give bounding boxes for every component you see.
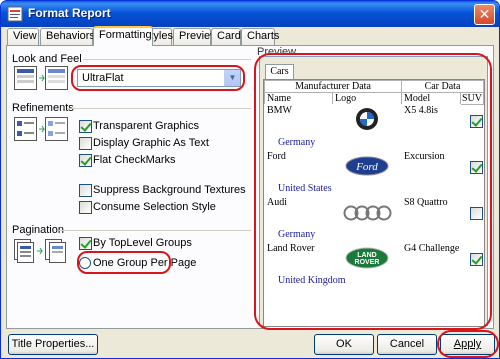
tab-view[interactable]: View (7, 28, 39, 45)
checkbox-box[interactable] (79, 120, 92, 133)
dropdown-button[interactable]: ▼ (224, 70, 240, 86)
checkbox-box[interactable] (79, 201, 92, 214)
title-properties-button[interactable]: Title Properties... (8, 334, 98, 355)
land-rover-logo-text-top: LAND (357, 252, 376, 259)
preview-tab-cars[interactable]: Cars (265, 64, 294, 79)
land-rover-logo: LAND ROVER (345, 247, 389, 269)
country-label: Germany (278, 229, 316, 240)
report-icon (7, 6, 23, 22)
divider (59, 230, 251, 231)
pagination-label: Pagination (12, 224, 64, 236)
format-report-dialog: Format Report ✕ View Behaviors Formattin… (0, 0, 500, 359)
checkbox-label: Suppress Background Textures (93, 184, 246, 196)
window-title: Format Report (28, 6, 111, 20)
checkbox-box[interactable] (79, 137, 92, 150)
audi-logo (343, 205, 392, 221)
cell-model: X5 4.8is (401, 104, 461, 133)
radio-label: One Group Per Page (93, 257, 197, 269)
tab-charts[interactable]: Charts (241, 28, 279, 45)
refinements-icon (14, 117, 68, 141)
apply-button[interactable]: Apply (440, 334, 495, 355)
tab-formatting[interactable]: Formatting (93, 26, 153, 46)
checkbox-box[interactable] (470, 161, 483, 174)
tab-preview[interactable]: Preview (173, 28, 218, 45)
look-and-feel-value: UltraFlat (82, 72, 124, 84)
close-icon: ✕ (478, 6, 491, 22)
cancel-button[interactable]: Cancel (377, 334, 437, 355)
land-rover-logo-text-bottom: ROVER (355, 259, 380, 266)
column-header-suv: SUV (460, 92, 484, 105)
ok-button[interactable]: OK (314, 334, 374, 355)
look-and-feel-label: Look and Feel (12, 53, 82, 65)
checkbox-box[interactable] (470, 207, 483, 220)
country-label: United Kingdom (278, 275, 346, 286)
cell-logo: LAND ROVER (332, 242, 402, 271)
cell-logo (332, 196, 402, 225)
tab-behaviors[interactable]: Behaviors (40, 28, 95, 45)
divider (67, 108, 251, 109)
cell-name: BMW (264, 104, 333, 133)
country-label: Germany (278, 137, 316, 148)
cell-logo: Ford (332, 150, 402, 179)
cell-model: S8 Quattro (401, 196, 461, 225)
checkbox-label: Display Graphic As Text (93, 137, 209, 149)
look-and-feel-select[interactable]: UltraFlat ▼ (77, 69, 241, 87)
checkbox-label: Consume Selection Style (93, 201, 216, 213)
cell-logo (332, 104, 402, 133)
checkbox-label: Flat CheckMarks (93, 154, 176, 166)
checkbox-label: By TopLevel Groups (93, 237, 192, 249)
cell-name: Land Rover (264, 242, 333, 271)
checkbox-label: Transparent Graphics (93, 120, 199, 132)
pagination-icon (14, 239, 66, 263)
cell-model: G4 Challenge (401, 242, 461, 271)
title-bar[interactable]: Format Report ✕ (1, 1, 499, 27)
country-label: United States (278, 183, 332, 194)
tab-cards[interactable]: Cards (211, 28, 246, 45)
close-button[interactable]: ✕ (474, 4, 495, 25)
cell-name: Ford (264, 150, 333, 179)
bmw-logo (356, 108, 378, 130)
refinements-label: Refinements (12, 102, 74, 114)
checkbox-box[interactable] (79, 154, 92, 167)
cell-model: Excursion (401, 150, 461, 179)
checkbox-box[interactable] (79, 237, 92, 250)
ford-logo-text: Ford (355, 161, 378, 173)
look-and-feel-icon (14, 66, 68, 90)
cell-name: Audi (264, 196, 333, 225)
checkbox-box[interactable] (470, 115, 483, 128)
preview-pane: Cars Manufacturer Data Car Data Name Log… (259, 56, 488, 327)
radio-button[interactable] (79, 257, 91, 269)
checkbox-box[interactable] (470, 253, 483, 266)
divider (83, 59, 251, 60)
ford-logo: Ford (345, 156, 389, 176)
preview-table: Manufacturer Data Car Data Name Logo Mod… (263, 79, 485, 327)
checkbox-box[interactable] (79, 184, 92, 197)
chevron-down-icon: ▼ (228, 73, 237, 82)
